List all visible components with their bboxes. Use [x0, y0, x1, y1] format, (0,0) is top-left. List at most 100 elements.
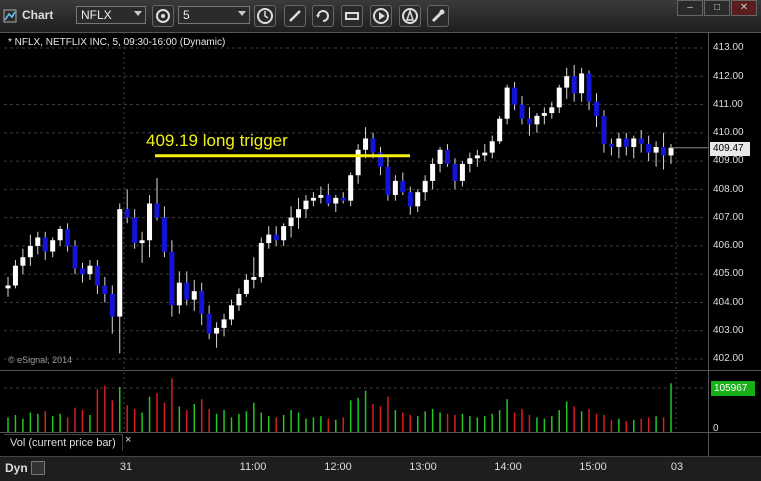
- candle-body: [124, 209, 130, 218]
- price-tick: 403.00: [713, 325, 744, 336]
- price-tick: 404.00: [713, 297, 744, 308]
- candle-body: [12, 265, 18, 286]
- candle-body: [452, 163, 458, 181]
- candle-body: [526, 118, 532, 125]
- candle-body: [199, 291, 205, 314]
- candle-body: [117, 209, 123, 317]
- candle-body: [661, 146, 667, 156]
- candle-body: [474, 155, 480, 159]
- candle-body: [5, 285, 11, 289]
- candle-body: [400, 180, 406, 193]
- candle-body: [72, 245, 78, 269]
- price-tick: 407.00: [713, 212, 744, 223]
- candle-body: [161, 217, 167, 252]
- candle-body: [482, 152, 488, 156]
- candle-body: [608, 144, 614, 147]
- candle-body: [318, 195, 324, 198]
- candle-body: [94, 265, 100, 286]
- time-label: 31: [119, 461, 133, 473]
- candle-body: [154, 203, 160, 218]
- candle-body: [57, 228, 63, 241]
- candle-body: [594, 101, 600, 116]
- volume-zero-tick: 0: [713, 423, 719, 434]
- candle-body: [497, 118, 503, 142]
- price-tick: 413.00: [713, 42, 744, 53]
- price-tick: 405.00: [713, 268, 744, 279]
- dynamic-mode-label[interactable]: Dyn: [5, 461, 28, 475]
- candle-body: [556, 87, 562, 108]
- candle-body: [102, 285, 108, 294]
- candle-body: [415, 192, 421, 207]
- candle-body: [176, 282, 182, 306]
- candle-body: [20, 257, 26, 266]
- candle-body: [363, 138, 369, 150]
- price-chart[interactable]: [0, 0, 761, 480]
- chart-title: * NFLX, NETFLIX INC, 5, 09:30-16:00 (Dyn…: [8, 37, 226, 48]
- candle-body: [214, 327, 220, 334]
- candle-body: [668, 147, 674, 156]
- candle-body: [281, 226, 287, 241]
- esignal-watermark: © eSignal, 2014: [8, 355, 73, 365]
- price-tick: 412.00: [713, 71, 744, 82]
- time-label: 14:00: [494, 461, 522, 473]
- candle-body: [169, 251, 175, 306]
- candle-body: [564, 76, 570, 88]
- candle-body: [385, 166, 391, 196]
- time-label: 12:00: [324, 461, 352, 473]
- price-tick: 411.00: [713, 99, 743, 110]
- price-tick: 408.00: [713, 184, 744, 195]
- candle-body: [348, 175, 354, 201]
- close-study-icon[interactable]: ×: [125, 434, 131, 446]
- candle-body: [407, 192, 413, 207]
- price-tick: 402.00: [713, 353, 744, 364]
- candle-body: [273, 234, 279, 241]
- price-tick: 409.00: [713, 155, 744, 166]
- candle-body: [191, 291, 197, 300]
- candle-body: [251, 277, 257, 280]
- candle-body: [50, 240, 56, 252]
- time-axis-bar: Dyn 31 11:00 12:00 13:00 14:00 15:00 03: [0, 456, 761, 481]
- candle-body: [541, 113, 547, 116]
- candle-body: [534, 115, 540, 125]
- candle-body: [296, 209, 302, 218]
- candle-body: [571, 76, 577, 94]
- candle-body: [35, 237, 41, 246]
- candle-body: [355, 149, 361, 176]
- candle-body: [206, 313, 212, 334]
- candle-body: [42, 237, 48, 252]
- candle-body: [623, 138, 629, 147]
- candle-body: [601, 115, 607, 145]
- candle-body: [646, 144, 652, 153]
- candle-body: [65, 228, 71, 246]
- candle-body: [288, 217, 294, 227]
- candle-body: [79, 268, 85, 275]
- candle-body: [139, 240, 145, 244]
- candle-body: [616, 138, 622, 147]
- volume-study-label[interactable]: Vol (current price bar): [4, 434, 123, 451]
- candle-body: [303, 200, 309, 210]
- candle-body: [27, 245, 33, 258]
- candle-body: [340, 197, 346, 201]
- candle-body: [586, 73, 592, 102]
- candle-body: [519, 104, 525, 119]
- candle-body: [512, 87, 518, 105]
- candle-body: [266, 234, 272, 244]
- zoom-icon[interactable]: [31, 461, 45, 475]
- candle-body: [459, 163, 465, 181]
- candle-body: [310, 197, 316, 201]
- price-tick: 410.00: [713, 127, 744, 138]
- candle-body: [221, 319, 227, 328]
- long-trigger-annotation[interactable]: 409.19 long trigger: [146, 131, 288, 151]
- candle-body: [258, 243, 264, 278]
- candle-body: [325, 195, 331, 204]
- candle-body: [504, 87, 510, 119]
- candle-body: [653, 146, 659, 153]
- candle-body: [445, 149, 451, 164]
- candle-body: [392, 180, 398, 196]
- time-label: 13:00: [409, 461, 437, 473]
- candle-body: [631, 138, 637, 147]
- candle-body: [132, 217, 138, 244]
- candle-body: [333, 197, 339, 204]
- time-label: 03: [670, 461, 684, 473]
- candle-body: [579, 73, 585, 94]
